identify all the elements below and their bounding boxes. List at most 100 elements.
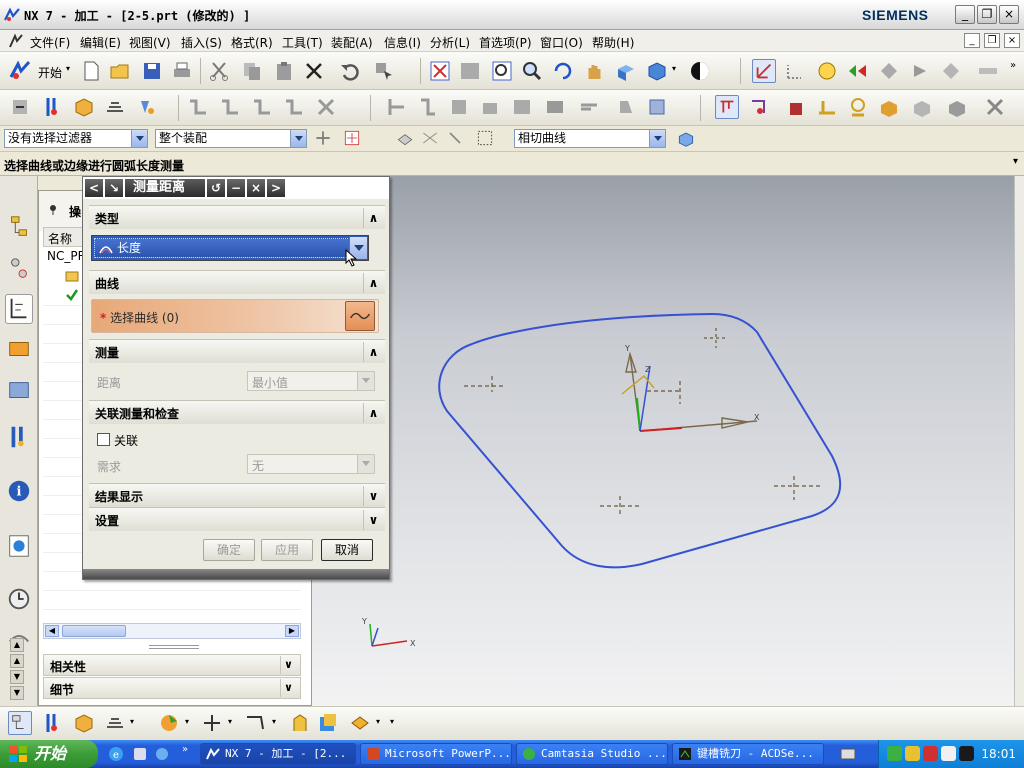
zoom-fit-icon[interactable] xyxy=(490,59,514,83)
simulate-icon[interactable] xyxy=(908,59,932,83)
close-button[interactable]: × xyxy=(999,5,1019,24)
method-dropdown-icon[interactable]: ▾ xyxy=(130,717,134,726)
rect-select-icon[interactable] xyxy=(475,128,495,148)
chevron-down-icon[interactable] xyxy=(131,130,147,147)
requirement-select[interactable]: 无 xyxy=(247,454,375,474)
rotate-icon[interactable] xyxy=(551,59,575,83)
measure-group-header[interactable]: 测量 ∧ xyxy=(89,339,385,363)
scroll-left-icon[interactable]: ◀ xyxy=(45,625,59,637)
pin-icon[interactable] xyxy=(47,203,59,215)
chevron-up-icon[interactable]: ∧ xyxy=(363,208,383,228)
copy-icon[interactable] xyxy=(240,59,264,83)
extract-icon[interactable] xyxy=(288,711,312,735)
menu-window[interactable]: 窗口(O) xyxy=(540,34,583,51)
select-features-icon[interactable] xyxy=(395,128,415,148)
web-browser-icon[interactable] xyxy=(5,531,33,561)
tool-path-icon[interactable] xyxy=(846,59,870,83)
mdi-close-button[interactable]: × xyxy=(1004,33,1020,48)
machine-tool-view-icon[interactable] xyxy=(218,95,242,119)
scroll-up-icon[interactable]: ▲ xyxy=(10,638,24,652)
open-folder-icon[interactable] xyxy=(108,59,132,83)
chevron-down-icon[interactable] xyxy=(649,130,665,147)
zoom-icon[interactable] xyxy=(520,59,544,83)
chevron-up-icon[interactable]: ∧ xyxy=(363,273,383,293)
fit-view-icon[interactable] xyxy=(428,59,452,83)
chevron-down-icon[interactable]: ∨ xyxy=(280,656,296,674)
chevron-down-icon[interactable]: ∨ xyxy=(280,679,296,697)
machine-icon[interactable] xyxy=(784,95,808,119)
verify-path-icon[interactable] xyxy=(478,95,502,119)
tool-color-icon[interactable] xyxy=(157,711,181,735)
cancel-tool-icon[interactable] xyxy=(983,95,1007,119)
start-icon[interactable] xyxy=(8,59,32,83)
start-dropdown-icon[interactable]: ▾ xyxy=(66,64,70,73)
assembly-navigator-icon[interactable] xyxy=(5,212,33,242)
menu-preferences[interactable]: 首选项(P) xyxy=(479,34,532,51)
postprocess-icon[interactable] xyxy=(543,95,567,119)
mdi-minimize-button[interactable]: _ xyxy=(964,33,980,48)
task-camtasia[interactable]: Camtasia Studio ... xyxy=(516,743,668,765)
csys-icon[interactable] xyxy=(783,59,807,83)
paste-icon[interactable] xyxy=(272,59,296,83)
scroll-thumb[interactable] xyxy=(62,625,126,637)
cancel-button[interactable]: 取消 xyxy=(321,539,373,561)
cut-icon[interactable] xyxy=(207,59,231,83)
create-tool-icon[interactable] xyxy=(40,711,64,735)
hd3d-tools-icon[interactable] xyxy=(5,422,33,452)
new-file-icon[interactable] xyxy=(79,59,103,83)
reset-arrow-icon[interactable]: ↘ xyxy=(105,179,123,197)
dependencies-section[interactable]: 相关性 ∨ xyxy=(43,654,301,676)
shaded-view-icon[interactable] xyxy=(614,59,638,83)
chevron-down-icon[interactable] xyxy=(290,130,306,147)
render-style-dropdown-icon[interactable]: ▾ xyxy=(672,64,676,73)
minimize-button[interactable]: _ xyxy=(955,5,975,24)
ok-button[interactable]: 确定 xyxy=(203,539,255,561)
quicklaunch-overflow-icon[interactable]: » xyxy=(182,744,188,755)
menu-help[interactable]: 帮助(H) xyxy=(592,34,634,51)
scroll-down-icon[interactable]: ▼ xyxy=(10,686,24,700)
tray-app-icon[interactable] xyxy=(887,746,902,761)
verify-icon[interactable] xyxy=(877,59,901,83)
post-process-icon[interactable] xyxy=(939,59,963,83)
horizontal-scrollbar[interactable]: ◀ ▶ xyxy=(43,623,301,639)
general-selection-icon[interactable] xyxy=(342,128,362,148)
select-curve-row[interactable]: * 选择曲线 (0) xyxy=(91,299,379,333)
nc-program-row[interactable]: NC_PR xyxy=(47,249,86,263)
curve-group-header[interactable]: 曲线 ∧ xyxy=(89,270,385,294)
tray-antivirus-icon[interactable] xyxy=(923,746,938,761)
selection-scope-select[interactable]: 整个装配 xyxy=(155,129,307,148)
start-button[interactable]: 开始 xyxy=(0,740,98,768)
select-filter-icon[interactable] xyxy=(372,59,396,83)
minimize-icon[interactable]: − xyxy=(227,179,245,197)
shop-docs-icon[interactable] xyxy=(577,95,601,119)
type-group-header[interactable]: 类型 ∧ xyxy=(89,205,385,229)
operation-delete-icon[interactable] xyxy=(314,95,338,119)
menu-format[interactable]: 格式(R) xyxy=(231,34,273,51)
output-cldata-icon[interactable] xyxy=(645,95,669,119)
print-icon[interactable] xyxy=(170,59,194,83)
menu-insert[interactable]: 插入(S) xyxy=(181,34,222,51)
swept-icon[interactable] xyxy=(348,711,372,735)
chevron-up-icon[interactable]: ∧ xyxy=(363,403,383,423)
curve-select-button[interactable] xyxy=(345,301,375,331)
wcs-icon[interactable] xyxy=(752,59,776,83)
info-icon[interactable]: i xyxy=(5,476,33,506)
operation-navigator-icon[interactable] xyxy=(5,294,33,324)
machine-navigator-icon[interactable] xyxy=(5,334,33,364)
bottom-toolbar-overflow-icon[interactable]: ▾ xyxy=(390,717,394,726)
part-icon[interactable] xyxy=(877,95,901,119)
body-icon[interactable] xyxy=(676,128,696,148)
intersection-icon[interactable] xyxy=(420,128,440,148)
task-acdsee[interactable]: 键槽铣刀 - ACDSe... xyxy=(672,743,824,765)
menu-information[interactable]: 信息(I) xyxy=(384,34,421,51)
create-method-icon[interactable] xyxy=(103,95,127,119)
create-tool-icon[interactable] xyxy=(40,95,64,119)
batch-icon[interactable] xyxy=(614,95,638,119)
restore-button[interactable]: ❐ xyxy=(977,5,997,24)
generate-path-icon[interactable] xyxy=(385,95,409,119)
ie-icon[interactable]: e xyxy=(108,746,124,762)
program-view-icon[interactable] xyxy=(186,95,210,119)
menu-file[interactable]: 文件(F) xyxy=(30,34,70,51)
task-powerpoint[interactable]: Microsoft PowerP... xyxy=(360,743,512,765)
forward-icon[interactable]: > xyxy=(267,179,285,197)
